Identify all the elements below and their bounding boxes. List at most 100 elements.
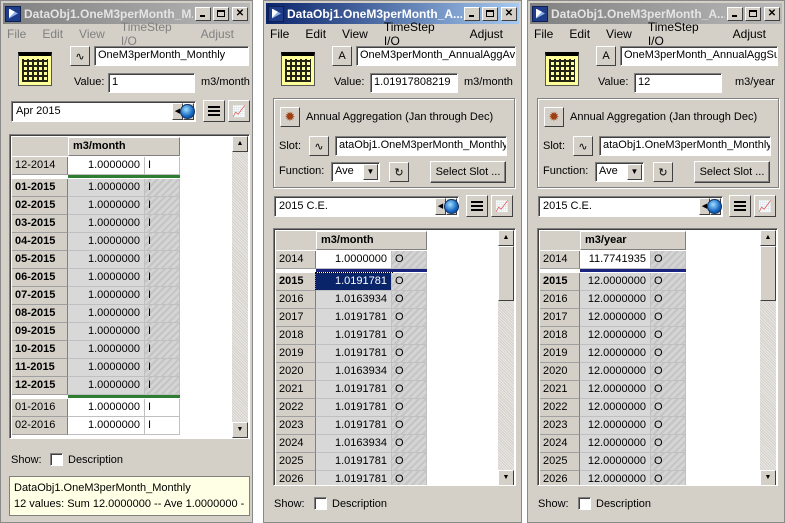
row-label[interactable]: 2020: [540, 363, 580, 381]
value-cell[interactable]: 1.0000000: [68, 287, 145, 305]
table-row[interactable]: 12-2014 1.0000000 I: [12, 157, 180, 175]
menu-adjust[interactable]: Adjust: [199, 27, 236, 41]
minimize-button[interactable]: [727, 6, 743, 21]
row-label[interactable]: 2017: [276, 309, 316, 327]
table-row[interactable]: 08-2015 1.0000000 I: [12, 305, 180, 323]
table-row[interactable]: 2022 1.0191781 O: [276, 399, 427, 417]
menu-view[interactable]: View: [77, 27, 107, 41]
row-label[interactable]: 2024: [276, 435, 316, 453]
row-label[interactable]: 2023: [276, 417, 316, 435]
value-cell[interactable]: 1.0191781: [316, 327, 392, 345]
table-row[interactable]: 2025 12.0000000 O: [540, 453, 686, 471]
date-field[interactable]: 2015 C.E. ◀ ▶: [274, 196, 459, 217]
value-cell[interactable]: 1.0000000: [68, 359, 145, 377]
table-row[interactable]: 03-2015 1.0000000 I: [12, 215, 180, 233]
menu-edit[interactable]: Edit: [303, 27, 328, 41]
table-row[interactable]: 2024 1.0163934 O: [276, 435, 427, 453]
value-cell[interactable]: 1.0191781: [316, 453, 392, 471]
row-label[interactable]: 2024: [540, 435, 580, 453]
row-label[interactable]: 01-2015: [12, 179, 68, 197]
row-label[interactable]: 2021: [276, 381, 316, 399]
table-row[interactable]: 2019 1.0191781 O: [276, 345, 427, 363]
table-row[interactable]: 2014 11.7741935 O: [540, 251, 686, 269]
table-row[interactable]: 2020 12.0000000 O: [540, 363, 686, 381]
plot-view-button[interactable]: 📈: [754, 195, 776, 217]
value-cell[interactable]: 1.0191781: [316, 471, 392, 485]
table-row[interactable]: 11-2015 1.0000000 I: [12, 359, 180, 377]
row-label[interactable]: 2020: [276, 363, 316, 381]
table-row[interactable]: 07-2015 1.0000000 I: [12, 287, 180, 305]
row-label[interactable]: 2025: [540, 453, 580, 471]
plot-view-button[interactable]: 📈: [228, 100, 250, 122]
scroll-down-button[interactable]: ▼: [498, 470, 514, 485]
value-cell[interactable]: 1.0000000: [68, 323, 145, 341]
menu-file[interactable]: File: [532, 27, 555, 41]
table-row[interactable]: 2022 12.0000000 O: [540, 399, 686, 417]
row-label[interactable]: 2016: [276, 291, 316, 309]
table-row[interactable]: 12-2015 1.0000000 I: [12, 377, 180, 395]
value-cell[interactable]: 1.0000000: [68, 269, 145, 287]
row-label[interactable]: 11-2015: [12, 359, 68, 377]
waveform-icon[interactable]: ∿: [309, 136, 329, 156]
row-label[interactable]: 12-2014: [12, 157, 68, 175]
close-button[interactable]: ✕: [501, 6, 517, 21]
close-button[interactable]: ✕: [764, 6, 780, 21]
row-label[interactable]: 05-2015: [12, 251, 68, 269]
column-header[interactable]: m3/month: [316, 231, 427, 250]
source-slot-field[interactable]: ataObj1.OneM3perMonth_Monthly: [599, 136, 771, 156]
settings-icon[interactable]: ✹: [280, 107, 300, 127]
value-cell[interactable]: 1.0000000: [68, 179, 145, 197]
menu-timestep-io[interactable]: TimeStep I/O: [119, 20, 187, 48]
refresh-icon[interactable]: ↻: [389, 162, 409, 182]
plot-view-button[interactable]: 📈: [491, 195, 513, 217]
globe-icon[interactable]: [180, 104, 195, 119]
table-row[interactable]: 2018 12.0000000 O: [540, 327, 686, 345]
value-cell[interactable]: 1.0000000: [68, 417, 145, 435]
value-cell[interactable]: 12.0000000: [580, 363, 651, 381]
vertical-scrollbar[interactable]: ▲ ▼: [232, 136, 248, 438]
table-row[interactable]: 2016 12.0000000 O: [540, 291, 686, 309]
row-label[interactable]: 2022: [276, 399, 316, 417]
row-label[interactable]: 2014: [276, 251, 316, 269]
table-row[interactable]: 2021 1.0191781 O: [276, 381, 427, 399]
value-cell[interactable]: 1.0191781: [316, 399, 392, 417]
table-view-button[interactable]: [203, 100, 225, 122]
table-row[interactable]: 2019 12.0000000 O: [540, 345, 686, 363]
table-row[interactable]: 06-2015 1.0000000 I: [12, 269, 180, 287]
row-label[interactable]: 10-2015: [12, 341, 68, 359]
function-select[interactable]: Ave ▼: [595, 162, 644, 182]
globe-icon[interactable]: [707, 199, 722, 214]
select-slot-button[interactable]: Select Slot ...: [430, 161, 506, 183]
minimize-button[interactable]: [195, 6, 211, 21]
table-row[interactable]: 04-2015 1.0000000 I: [12, 233, 180, 251]
table-row[interactable]: 2015 1.0191781 O: [276, 272, 427, 292]
table-row[interactable]: 02-2015 1.0000000 I: [12, 197, 180, 215]
value-cell[interactable]: 1.0191781: [316, 309, 392, 327]
slot-name-field[interactable]: OneM3perMonth_AnnualAggAve: [356, 46, 516, 66]
row-label[interactable]: 2014: [540, 251, 580, 269]
row-label[interactable]: 06-2015: [12, 269, 68, 287]
value-cell[interactable]: 1.0000000: [68, 399, 145, 417]
slot-name-field[interactable]: OneM3perMonth_AnnualAggSum: [620, 46, 778, 66]
table-row[interactable]: 10-2015 1.0000000 I: [12, 341, 180, 359]
settings-icon[interactable]: ✹: [544, 107, 564, 127]
table-row[interactable]: 2023 1.0191781 O: [276, 417, 427, 435]
row-label[interactable]: 2017: [540, 309, 580, 327]
table-row[interactable]: 2014 1.0000000 O: [276, 251, 427, 269]
value-cell[interactable]: 1.0000000: [68, 305, 145, 323]
value-cell[interactable]: 12.0000000: [580, 417, 651, 435]
value-cell[interactable]: 1.0000000: [68, 157, 145, 175]
table-row[interactable]: 05-2015 1.0000000 I: [12, 251, 180, 269]
row-label[interactable]: 12-2015: [12, 377, 68, 395]
table-row[interactable]: 2026 1.0191781 O: [276, 471, 427, 485]
waveform-icon[interactable]: ∿: [70, 46, 90, 66]
value-field[interactable]: 1: [108, 73, 195, 93]
menu-adjust[interactable]: Adjust: [468, 27, 505, 41]
aggregation-icon[interactable]: A: [332, 46, 352, 66]
menu-file[interactable]: File: [268, 27, 291, 41]
maximize-button[interactable]: [482, 6, 498, 21]
date-field[interactable]: Apr 2015 ◀ ▶: [11, 101, 196, 122]
description-checkbox[interactable]: [314, 497, 327, 510]
value-cell[interactable]: 1.0163934: [316, 363, 392, 381]
maximize-button[interactable]: [745, 6, 761, 21]
